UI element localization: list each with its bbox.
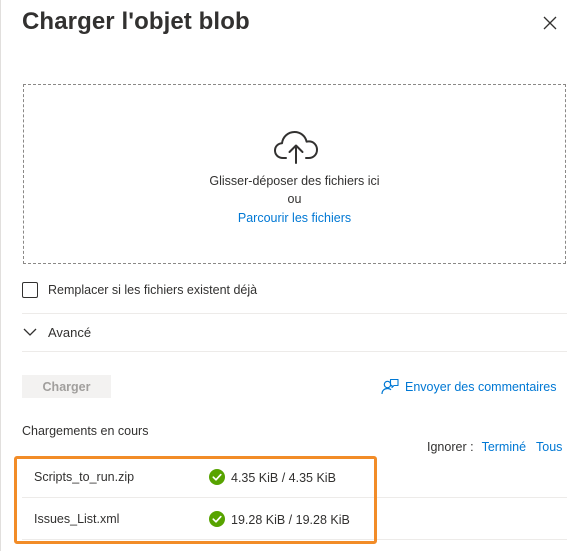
advanced-label: Avancé [48,324,92,340]
send-feedback-link[interactable]: Envoyer des commentaires [381,377,556,397]
drop-instruction: Glisser-déposer des fichiers ici [209,174,380,188]
dismiss-completed-link[interactable]: Terminé [482,440,526,454]
drop-or-text: ou [287,192,302,206]
send-feedback-label: Envoyer des commentaires [405,380,557,394]
highlight-box [14,456,377,544]
upload-button[interactable]: Charger [22,375,111,398]
browse-files-link[interactable]: Parcourir les fichiers [24,211,565,225]
dialog-title: Charger l'objet blob [22,8,250,35]
divider [22,313,567,314]
close-icon [543,16,557,30]
dismiss-controls: Ignorer : Terminé Tous [427,440,562,454]
advanced-toggle[interactable]: Avancé [22,323,91,341]
close-button[interactable] [539,12,561,34]
upload-blob-panel: Charger l'objet blob Glisser-déposer des… [0,0,583,551]
overwrite-label: Remplacer si les fichiers existent déjà [48,283,258,297]
chevron-down-icon [23,328,37,336]
cloud-upload-icon [274,131,318,164]
dismiss-all-link[interactable]: Tous [536,440,562,454]
overwrite-option: Remplacer si les fichiers existent déjà [22,280,257,300]
divider [22,351,567,352]
file-drop-zone[interactable]: Glisser-déposer des fichiers ici ou Parc… [23,84,566,264]
dismiss-label: Ignorer : [427,440,474,454]
overwrite-checkbox[interactable] [22,282,38,298]
feedback-icon [381,378,399,395]
uploads-in-progress-heading: Chargements en cours [22,424,149,438]
